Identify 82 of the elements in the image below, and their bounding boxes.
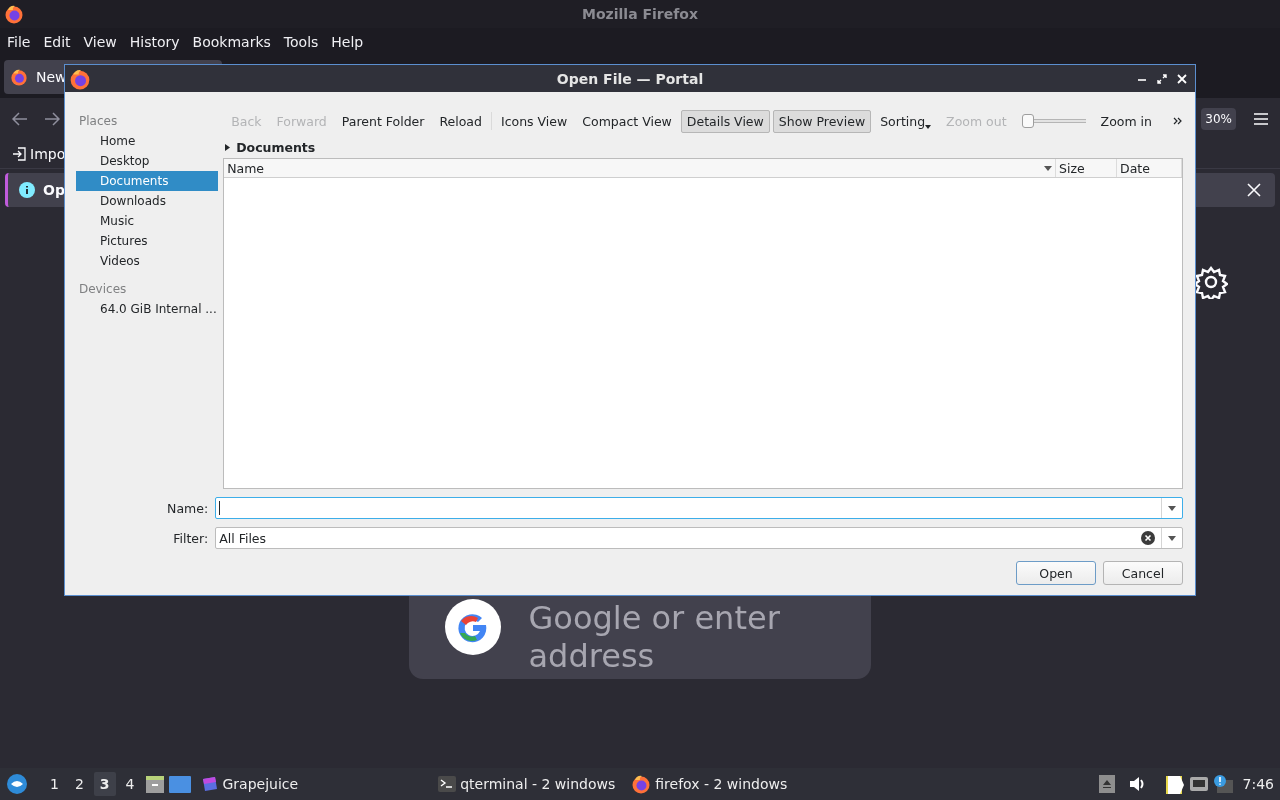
forward-arrow-icon[interactable]: [44, 112, 60, 126]
close-icon[interactable]: [1247, 183, 1261, 197]
toolbar-button[interactable]: Zoom in: [1094, 109, 1158, 133]
import-icon: [12, 147, 26, 161]
expand-arrow-icon[interactable]: [225, 143, 231, 151]
firefox-logo-icon: [4, 4, 24, 24]
workspace-button[interactable]: 2: [68, 772, 90, 796]
taskbar-app-button[interactable]: Grapejuice: [194, 770, 305, 798]
terminal-icon: [438, 776, 457, 792]
clipboard-icon[interactable]: [1164, 773, 1185, 795]
firefox-logo-icon: [10, 67, 28, 86]
places-item[interactable]: Pictures: [76, 231, 219, 251]
name-label: Name:: [166, 500, 209, 516]
folder-icon[interactable]: [168, 775, 191, 793]
dropdown-arrow-icon[interactable]: [1168, 505, 1176, 511]
eject-icon[interactable]: [1098, 775, 1115, 793]
info-icon: [19, 182, 35, 198]
filter-label: Filter:: [172, 530, 209, 546]
taskbar-app-button[interactable]: qterminal - 2 windows: [432, 770, 622, 798]
places-heading: Devices: [78, 281, 128, 298]
slider-thumb[interactable]: [1021, 114, 1034, 128]
workspace-button[interactable]: 1: [44, 772, 65, 796]
places-item[interactable]: Music: [76, 211, 219, 231]
menu-icon[interactable]: [1254, 113, 1268, 125]
dialog-button[interactable]: Cancel: [1103, 561, 1183, 585]
window-title: Mozilla Firefox: [582, 6, 698, 22]
sorting-menu-button[interactable]: Sorting: [874, 109, 938, 133]
workspace-button[interactable]: 3: [93, 772, 116, 796]
location-crumb[interactable]: Documents: [236, 139, 316, 155]
menu-item[interactable]: History: [129, 33, 180, 50]
dialog-button[interactable]: Open: [1016, 561, 1096, 585]
start-menu-icon[interactable]: [6, 773, 28, 795]
close-icon[interactable]: [1177, 73, 1187, 84]
firefox-logo-icon: [69, 67, 91, 90]
toolbar-button[interactable]: Compact View: [576, 109, 678, 133]
network-icon[interactable]: [1188, 775, 1209, 793]
firefox-logo-icon: [631, 774, 652, 794]
menu-item[interactable]: View: [83, 33, 117, 50]
text-cursor: [219, 501, 221, 515]
workspace-button[interactable]: 4: [119, 772, 141, 796]
places-heading: Places: [78, 113, 119, 130]
zoom-badge[interactable]: 30%: [1201, 108, 1236, 130]
menu-item[interactable]: Edit: [43, 33, 71, 50]
filter-input[interactable]: All Files: [216, 530, 1141, 546]
taskbar-app-button[interactable]: firefox - 2 windows: [625, 770, 794, 798]
places-item[interactable]: Home: [76, 131, 219, 151]
clock: 7:46: [1242, 776, 1274, 792]
places-item[interactable]: Desktop: [76, 151, 219, 171]
toolbar-button[interactable]: Reload: [433, 109, 488, 133]
name-field[interactable]: [215, 497, 1183, 519]
dropdown-arrow-icon[interactable]: [1168, 535, 1176, 541]
column-header[interactable]: Date: [1117, 159, 1182, 177]
caret-icon: [925, 124, 932, 129]
clear-icon[interactable]: [1141, 531, 1155, 545]
menu-item[interactable]: Help: [331, 33, 364, 50]
toolbar-button[interactable]: Show Preview: [772, 109, 872, 133]
places-item[interactable]: Documents: [76, 171, 219, 191]
places-item[interactable]: 64.0 GiB Internal ...: [76, 299, 219, 319]
notification-icon[interactable]: [1212, 774, 1233, 794]
dialog-title: Open File — Portal: [556, 70, 704, 87]
menu-item[interactable]: File: [7, 33, 31, 50]
file-cabinet-icon[interactable]: [144, 774, 165, 794]
maximize-icon[interactable]: [1157, 73, 1167, 84]
search-placeholder: Google or enter address: [528, 599, 781, 675]
menu-item[interactable]: Tools: [283, 33, 319, 50]
column-header[interactable]: Size: [1056, 159, 1117, 177]
bookmark-label[interactable]: Impo: [30, 146, 66, 162]
google-logo-icon: [444, 599, 501, 655]
places-item[interactable]: Downloads: [76, 191, 219, 211]
menu-item[interactable]: Bookmarks: [192, 33, 271, 50]
chevrons-right-icon[interactable]: [1173, 116, 1183, 126]
settings-icon[interactable]: [1194, 265, 1228, 299]
toolbar-button[interactable]: Parent Folder: [335, 109, 431, 133]
grapejuice-icon: [200, 775, 219, 793]
filter-field[interactable]: All Files: [215, 527, 1183, 549]
places-item[interactable]: Videos: [76, 251, 219, 271]
sort-arrow-icon: [1044, 165, 1052, 171]
back-arrow-icon[interactable]: [12, 112, 28, 126]
column-header[interactable]: Name: [224, 159, 1056, 177]
info-text: Op: [43, 182, 65, 198]
toolbar-button[interactable]: Icons View: [494, 109, 574, 133]
toolbar-button[interactable]: Details View: [680, 109, 770, 133]
